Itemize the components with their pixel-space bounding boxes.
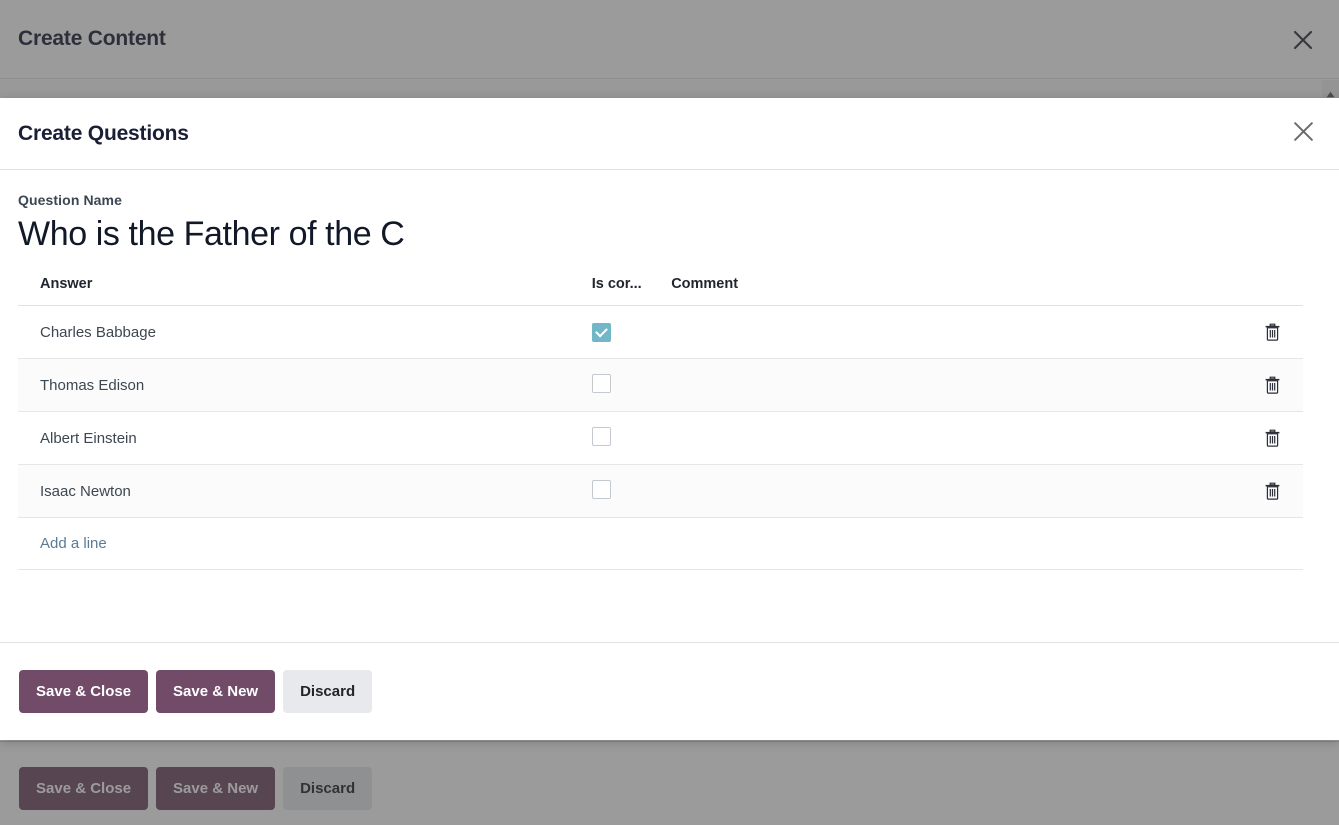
background-save-and-close-button[interactable]: Save & Close bbox=[19, 767, 149, 810]
trash-icon bbox=[1265, 482, 1280, 500]
save-and-close-button[interactable]: Save & Close bbox=[19, 670, 149, 713]
is-correct-cell bbox=[591, 305, 672, 360]
table-row[interactable]: Charles Babbage bbox=[18, 305, 1303, 360]
modal-footer-buttons: Save & Close Save & New Discard bbox=[19, 670, 1339, 713]
answer-cell[interactable]: Thomas Edison bbox=[18, 358, 592, 413]
background-bottom-edge bbox=[0, 820, 1339, 825]
modal-close-button[interactable] bbox=[1281, 112, 1325, 156]
close-icon bbox=[1291, 119, 1316, 149]
column-header-actions bbox=[1241, 276, 1303, 307]
close-icon bbox=[1291, 28, 1315, 52]
create-questions-modal: Create Questions Question Name Answer Is… bbox=[0, 98, 1339, 740]
background-dialog-footer-buttons: Save & Close Save & New Discard bbox=[19, 767, 373, 810]
is-correct-checkbox[interactable] bbox=[591, 426, 611, 446]
answer-cell[interactable]: Charles Babbage bbox=[18, 305, 592, 360]
answers-table-head: Answer Is cor... Comment bbox=[18, 276, 1303, 307]
comment-cell[interactable] bbox=[671, 464, 1242, 519]
background-dialog-header: Create Content bbox=[0, 0, 1339, 79]
background-dialog-close-button[interactable] bbox=[1281, 18, 1325, 62]
modal-title: Create Questions bbox=[18, 121, 189, 145]
column-header-is-correct: Is cor... bbox=[591, 276, 672, 307]
background-discard-button[interactable]: Discard bbox=[283, 767, 373, 810]
table-row[interactable]: Thomas Edison bbox=[18, 358, 1303, 413]
column-header-comment: Comment bbox=[671, 276, 1242, 307]
is-correct-cell bbox=[591, 411, 672, 466]
modal-body: Question Name Answer Is cor... Comment C… bbox=[0, 170, 1339, 642]
comment-cell[interactable] bbox=[671, 358, 1242, 413]
modal-footer: Save & Close Save & New Discard bbox=[0, 642, 1339, 740]
background-save-and-new-button[interactable]: Save & New bbox=[156, 767, 276, 810]
is-correct-checkbox[interactable] bbox=[591, 373, 611, 393]
trash-icon bbox=[1265, 323, 1280, 341]
column-header-answer: Answer bbox=[18, 276, 592, 307]
comment-cell[interactable] bbox=[671, 305, 1242, 360]
delete-row-button[interactable] bbox=[1241, 358, 1303, 413]
trash-icon bbox=[1265, 376, 1280, 394]
answer-cell[interactable]: Albert Einstein bbox=[18, 411, 592, 466]
is-correct-checkbox[interactable] bbox=[591, 479, 611, 499]
trash-icon bbox=[1265, 429, 1280, 447]
answers-table-header-row: Answer Is cor... Comment bbox=[18, 276, 1303, 307]
delete-row-button[interactable] bbox=[1241, 464, 1303, 519]
is-correct-checkbox-checked[interactable] bbox=[591, 322, 611, 342]
delete-row-button[interactable] bbox=[1241, 305, 1303, 360]
answers-table-body: Charles Babbage Thomas Edison Albert Einst… bbox=[18, 305, 1303, 519]
answers-table-foot: Add a line bbox=[18, 517, 1303, 571]
modal-header: Create Questions bbox=[0, 98, 1339, 170]
answers-table: Answer Is cor... Comment Charles Babbage… bbox=[18, 276, 1303, 571]
add-a-line-link[interactable]: Add a line bbox=[18, 535, 107, 552]
background-dialog-footer: Save & Close Save & New Discard bbox=[0, 741, 1339, 825]
is-correct-cell bbox=[591, 358, 672, 413]
question-name-input[interactable] bbox=[18, 214, 1321, 255]
delete-row-button[interactable] bbox=[1241, 411, 1303, 466]
table-row[interactable]: Isaac Newton bbox=[18, 464, 1303, 519]
discard-button[interactable]: Discard bbox=[283, 670, 373, 713]
background-dialog-title: Create Content bbox=[18, 27, 166, 50]
add-line-row[interactable]: Add a line bbox=[18, 517, 1303, 571]
table-row[interactable]: Albert Einstein bbox=[18, 411, 1303, 466]
save-and-new-button[interactable]: Save & New bbox=[156, 670, 276, 713]
answer-cell[interactable]: Isaac Newton bbox=[18, 464, 592, 519]
comment-cell[interactable] bbox=[671, 411, 1242, 466]
question-name-label: Question Name bbox=[18, 192, 122, 208]
is-correct-cell bbox=[591, 464, 672, 519]
